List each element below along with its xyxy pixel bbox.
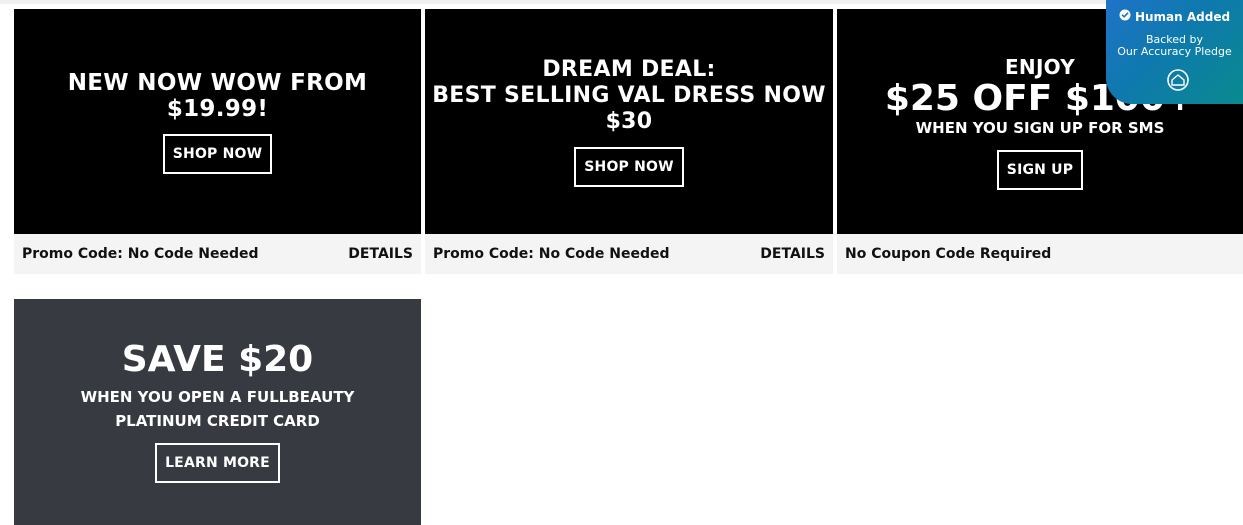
promo-footer: Promo Code: No Code Needed DETAILS [14, 234, 421, 274]
promo-code-label: Promo Code: No Code Needed [433, 246, 670, 262]
shop-now-button[interactable]: SHOP NOW [162, 133, 273, 174]
credit-line2: PLATINUM CREDIT CARD [115, 412, 320, 430]
check-icon [1119, 9, 1131, 24]
human-added-badge[interactable]: Human Added Backed by Our Accuracy Pledg… [1106, 0, 1243, 104]
shop-now-button[interactable]: SHOP NOW [574, 146, 684, 187]
promo-headline-line3: $30 [605, 108, 653, 134]
promo-eyebrow: ENJOY [1004, 54, 1076, 79]
promo-card-2: DREAM DEAL: BEST SELLING VAL DRESS NOW $… [425, 9, 833, 274]
promo-headline-line2: BEST SELLING VAL DRESS NOW [432, 82, 826, 108]
credit-card-promo[interactable]: SAVE $20 WHEN YOU OPEN A FULLBEAUTY PLAT… [14, 299, 421, 525]
details-link[interactable]: DETAILS [348, 246, 413, 262]
promo-card-1: NEW NOW WOW FROM $19.99! SHOP NOW Promo … [14, 9, 421, 274]
promo-code-label: Promo Code: No Code Needed [22, 246, 259, 262]
details-link[interactable]: DETAILS [760, 246, 825, 262]
promo-banner-2[interactable]: DREAM DEAL: BEST SELLING VAL DRESS NOW $… [425, 9, 833, 234]
promo-footer: No Coupon Code Required [837, 234, 1243, 274]
coupon-label: No Coupon Code Required [845, 246, 1052, 262]
credit-headline: SAVE $20 [121, 339, 314, 380]
learn-more-button[interactable]: LEARN MORE [155, 443, 280, 483]
top-divider [0, 0, 1243, 4]
badge-line2: Our Accuracy Pledge [1117, 45, 1232, 58]
badge-title: Human Added [1134, 9, 1231, 24]
promo-banner-1[interactable]: NEW NOW WOW FROM $19.99! SHOP NOW [14, 9, 421, 234]
home-icon [1167, 69, 1189, 91]
promo-headline-line1: DREAM DEAL: [542, 56, 716, 82]
credit-line1: WHEN YOU OPEN A FULLBEAUTY [80, 388, 355, 406]
badge-title-row: Human Added [1106, 9, 1243, 24]
promo-subline: WHEN YOU SIGN UP FOR SMS [915, 118, 1165, 137]
sign-up-button[interactable]: SIGN UP [996, 149, 1084, 190]
promo-headline: NEW NOW WOW FROM $19.99! [67, 69, 368, 122]
promo-footer: Promo Code: No Code Needed DETAILS [425, 234, 833, 274]
